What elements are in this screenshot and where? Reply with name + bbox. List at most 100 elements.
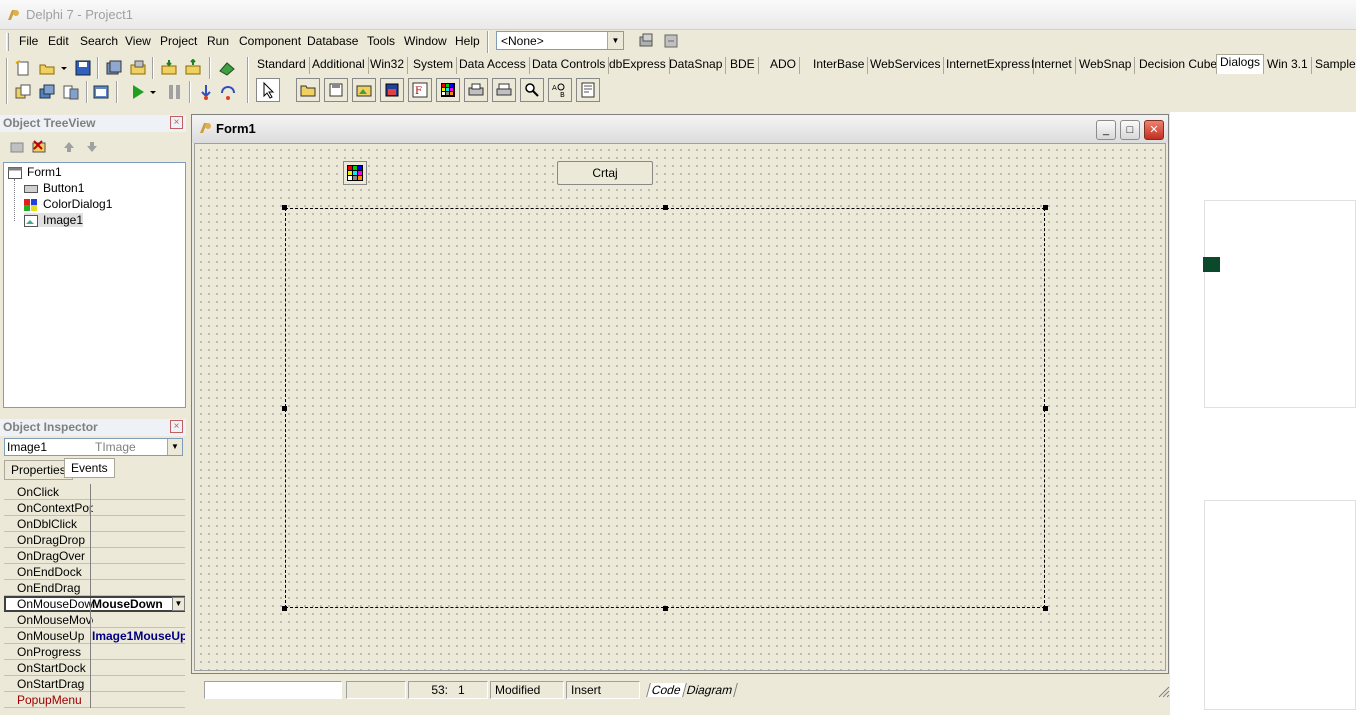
close-icon[interactable]: × (170, 116, 183, 129)
event-row[interactable]: OnDblClick (4, 516, 185, 532)
menu-help[interactable]: Help (455, 34, 480, 48)
chevron-down-icon[interactable]: ▼ (172, 597, 185, 611)
form-designer-window[interactable]: Form1 _ □ ✕ Crtaj (191, 114, 1169, 674)
project-combo[interactable]: <None> ▼ (496, 31, 624, 50)
event-row[interactable]: OnStartDock (4, 660, 185, 676)
close-icon[interactable]: × (170, 420, 183, 433)
resize-handle[interactable] (1043, 606, 1048, 611)
tree-node-form1[interactable]: Form1 (8, 165, 62, 179)
palette-tab[interactable]: InterBase (810, 57, 869, 74)
palette-tab[interactable]: Samples (1312, 57, 1356, 74)
resize-handle[interactable] (282, 406, 287, 411)
close-icon[interactable]: ✕ (1144, 120, 1164, 140)
trace-into-icon[interactable] (195, 81, 217, 103)
resize-handle[interactable] (282, 606, 287, 611)
event-row[interactable]: OnDragOver (4, 548, 185, 564)
delete-item-icon[interactable] (28, 136, 50, 158)
palette-tab[interactable]: Win32 (367, 57, 409, 74)
menu-view[interactable]: View (125, 34, 151, 48)
form-client-area[interactable]: Crtaj (194, 143, 1166, 671)
palette-tab-active[interactable]: Dialogs (1216, 54, 1265, 74)
print-dialog-icon[interactable] (464, 78, 488, 102)
tab-properties[interactable]: Properties (4, 460, 73, 480)
minimize-icon[interactable]: _ (1096, 120, 1116, 140)
palette-tab[interactable]: InternetExpress (943, 57, 1035, 74)
maximize-icon[interactable]: □ (1120, 120, 1140, 140)
menu-window[interactable]: Window (404, 34, 447, 48)
toggle-form-unit-icon[interactable] (60, 81, 82, 103)
palette-tab[interactable]: DataSnap (666, 57, 727, 74)
event-row[interactable]: OnProgress (4, 644, 185, 660)
tree-node-image1[interactable]: Image1 (24, 213, 84, 227)
menu-database[interactable]: Database (307, 34, 358, 48)
new-form-icon[interactable] (90, 81, 112, 103)
add-to-project-icon[interactable] (158, 57, 180, 79)
chevron-down-icon[interactable]: ▼ (607, 32, 623, 49)
event-row[interactable]: OnEndDock (4, 564, 185, 580)
palette-tab[interactable]: Additional (309, 57, 369, 74)
tree-node-colordialog1[interactable]: ColorDialog1 (24, 197, 112, 211)
menu-search[interactable]: Search (80, 34, 118, 48)
palette-tab[interactable]: Internet (1028, 57, 1076, 74)
palette-tab[interactable]: BDE (727, 57, 759, 74)
palette-tab[interactable]: dbExpress (606, 57, 670, 74)
palette-tab[interactable]: Data Controls (529, 57, 610, 74)
save-picture-dialog-icon[interactable] (380, 78, 404, 102)
event-row-selected[interactable]: OnMouseDown MouseDown ▼ (4, 596, 185, 614)
tab-code[interactable]: Code (646, 683, 687, 697)
open-icon[interactable] (36, 57, 58, 79)
palette-tab[interactable]: System (410, 57, 458, 74)
resize-handle[interactable] (1043, 205, 1048, 210)
save-icon[interactable] (72, 57, 94, 79)
resize-handle[interactable] (282, 205, 287, 210)
save-all-icon[interactable] (103, 57, 125, 79)
chevron-down-icon[interactable]: ▼ (167, 439, 182, 455)
printer-setup-dialog-icon[interactable] (492, 78, 516, 102)
event-row[interactable]: OnMouseUp Image1MouseUp (4, 628, 185, 644)
open-picture-dialog-icon[interactable] (352, 78, 376, 102)
replace-dialog-icon[interactable]: AB (548, 78, 572, 102)
palette-tab[interactable]: ADO (767, 57, 801, 74)
resize-handle[interactable] (1043, 406, 1048, 411)
palette-tab[interactable]: Data Access (456, 57, 530, 74)
menu-tools[interactable]: Tools (367, 34, 395, 48)
image1-component[interactable] (282, 205, 1048, 611)
menu-edit[interactable]: Edit (48, 34, 69, 48)
palette-tab[interactable]: Decision Cube (1136, 57, 1222, 74)
event-row[interactable]: OnDragDrop (4, 532, 185, 548)
event-row[interactable]: OnMouseMove (4, 612, 185, 628)
help-contents-icon[interactable] (216, 57, 238, 79)
step-over-icon[interactable] (217, 81, 239, 103)
event-value[interactable]: Image1MouseUp (92, 629, 185, 643)
open-dialog-icon[interactable] (296, 78, 320, 102)
menu-file[interactable]: File (19, 34, 38, 48)
save-dialog-icon[interactable] (324, 78, 348, 102)
new-item-icon[interactable] (6, 136, 28, 158)
save-project-icon[interactable] (660, 30, 682, 52)
remove-from-project-icon[interactable] (182, 57, 204, 79)
find-dialog-icon[interactable] (520, 78, 544, 102)
move-up-icon[interactable] (58, 136, 80, 158)
palette-tab[interactable]: Standard (254, 57, 310, 74)
page-setup-dialog-icon[interactable] (576, 78, 600, 102)
event-row[interactable]: OnStartDrag (4, 676, 185, 692)
object-tree[interactable]: Form1 Button1 ColorDialog1 Image1 (3, 162, 186, 408)
font-dialog-icon[interactable]: F (408, 78, 432, 102)
palette-tab[interactable]: Win 3.1 (1264, 57, 1312, 74)
palette-tab[interactable]: WebServices (867, 57, 945, 74)
pointer-tool-icon[interactable] (256, 78, 280, 102)
run-icon[interactable] (127, 81, 149, 103)
resize-handle[interactable] (663, 205, 668, 210)
menu-component[interactable]: Component (239, 34, 301, 48)
tree-node-button1[interactable]: Button1 (24, 181, 84, 195)
menu-run[interactable]: Run (207, 34, 229, 48)
view-unit-icon[interactable] (12, 81, 34, 103)
tab-diagram[interactable]: Diagram (682, 683, 739, 697)
event-row[interactable]: PopupMenu (4, 692, 185, 708)
tab-events[interactable]: Events (64, 458, 115, 478)
crtaj-button[interactable]: Crtaj (557, 161, 653, 185)
pause-icon[interactable] (163, 81, 185, 103)
event-row[interactable]: OnContextPopup (4, 500, 185, 516)
event-row[interactable]: OnEndDrag (4, 580, 185, 596)
event-row[interactable]: OnClick (4, 484, 185, 500)
